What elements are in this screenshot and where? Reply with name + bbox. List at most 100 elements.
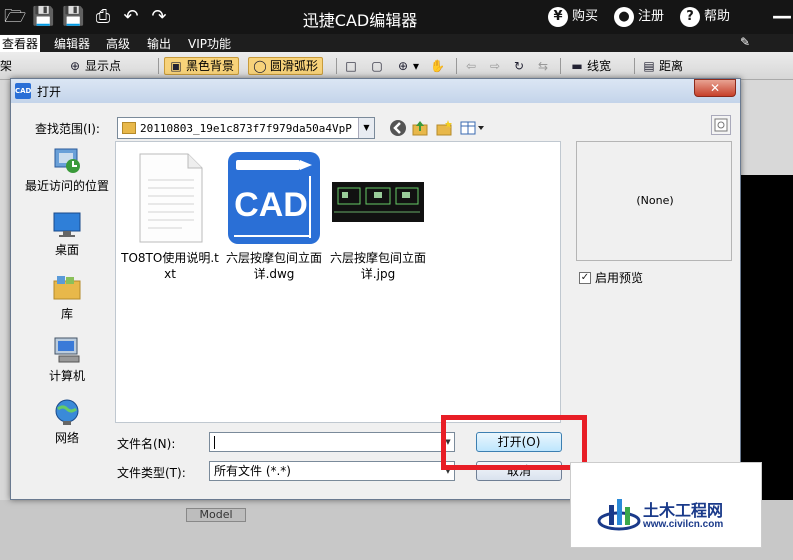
toolbar-separator	[560, 58, 561, 74]
libraries-icon	[51, 273, 83, 303]
file-item-txt[interactable]: TO8TO使用说明.txt	[120, 150, 220, 282]
folder-icon	[122, 122, 136, 134]
help-icon: ?	[680, 7, 700, 27]
line-width-label: 线宽	[587, 59, 612, 73]
open-file-dialog: CAD 打开 ✕ 查找范围(I): 20110803_19e1c873f7f97…	[10, 78, 741, 500]
place-label: 桌面	[54, 243, 79, 257]
filename-label: 文件名(N):	[117, 437, 176, 451]
watermark: 土木工程网 www.civilcn.com	[570, 462, 762, 548]
preview-pane-icon[interactable]	[711, 115, 731, 135]
yen-icon: ¥	[548, 7, 568, 27]
place-recent[interactable]: 最近访问的位置	[21, 145, 113, 194]
arc-icon: ◯	[253, 59, 267, 73]
dialog-title-bar[interactable]: CAD 打开 ✕	[11, 79, 740, 103]
file-name: TO8TO使用说明.txt	[121, 251, 219, 281]
look-in-label: 查找范围(I):	[35, 122, 100, 136]
mirror-icon[interactable]: ⇆	[536, 57, 553, 75]
crosshair-icon: ⊕	[69, 59, 81, 73]
close-button[interactable]: ✕	[694, 79, 736, 97]
preview-pane: (None)	[576, 141, 732, 261]
line-width-icon: ▬	[571, 59, 583, 73]
line-width-button[interactable]: ▬ 线宽	[570, 57, 611, 75]
place-libraries[interactable]: 库	[21, 273, 113, 322]
menu-output[interactable]: 输出	[147, 35, 171, 52]
menu-bar: 查看器 编辑器 高级 输出 VIP功能 ✎	[0, 34, 793, 52]
text-file-icon	[122, 150, 218, 246]
filetype-select[interactable]: 所有文件 (*.*) ▼	[209, 461, 455, 481]
cad-logo-text: CAD	[234, 186, 308, 224]
menu-editor[interactable]: 编辑器	[54, 35, 90, 52]
menu-vip[interactable]: VIP功能	[188, 35, 231, 52]
app-title-bar: 🗁 💾 💾 ⎙ ↶ ↷ 迅捷CAD编辑器 ¥ 购买 ● 注册 ? 帮助 —	[0, 0, 793, 34]
up-folder-icon[interactable]	[411, 119, 429, 137]
app-title: 迅捷CAD编辑器	[302, 11, 418, 30]
view-menu-icon[interactable]	[459, 119, 489, 137]
pen-icon[interactable]: ✎	[740, 35, 750, 49]
minimize-icon[interactable]: —	[772, 4, 792, 28]
drawing-canvas[interactable]	[740, 175, 793, 500]
places-bar: 最近访问的位置 桌面 库 计算机 网络	[21, 141, 113, 471]
zoom-extents-icon[interactable]: ▢	[370, 57, 387, 75]
buy-button[interactable]: ¥ 购买	[548, 6, 598, 28]
watermark-url: www.civilcn.com	[643, 519, 724, 530]
help-button[interactable]: ? 帮助	[680, 6, 730, 28]
register-button[interactable]: ● 注册	[614, 6, 664, 28]
menu-advanced[interactable]: 高级	[106, 35, 130, 52]
place-network[interactable]: 网络	[21, 397, 113, 446]
filetype-value: 所有文件 (*.*)	[214, 464, 291, 478]
black-bg-label: 黑色背景	[186, 59, 235, 73]
smooth-arc-label: 圆滑弧形	[270, 59, 319, 73]
register-label: 注册	[638, 9, 665, 24]
user-icon: ●	[614, 7, 634, 27]
place-label: 库	[60, 307, 73, 321]
place-label: 计算机	[48, 369, 85, 383]
enable-preview-label: 启用预览	[595, 271, 644, 285]
place-label: 最近访问的位置	[24, 179, 109, 193]
toolbar: 架 ⊕ 显示点 ▣ 黑色背景 ◯ 圆滑弧形 □ ▢ ⊕ ▾ ✋ ⇦ ⇨ ↻ ⇆ ▬…	[0, 52, 793, 80]
place-desktop[interactable]: 桌面	[21, 209, 113, 258]
file-list[interactable]: TO8TO使用说明.txt CAD 六层按摩包间立面详.dwg 六层按摩包间立面…	[115, 141, 561, 423]
pan-hand-icon[interactable]: ✋	[430, 57, 447, 75]
checkmark-icon[interactable]: ✓	[579, 271, 591, 284]
show-points-label: 显示点	[85, 59, 122, 73]
buy-label: 购买	[572, 9, 599, 24]
show-points-button[interactable]: ⊕ 显示点	[68, 57, 121, 75]
network-icon	[51, 397, 83, 427]
recent-places-icon	[51, 145, 83, 175]
zoom-window-icon[interactable]: □	[344, 57, 361, 75]
forward-arrow-icon[interactable]: ⇨	[488, 57, 505, 75]
toolbar-separator	[158, 58, 159, 74]
distance-button[interactable]: ▤ 距离	[642, 57, 683, 75]
place-computer[interactable]: 计算机	[21, 335, 113, 384]
highlight-box	[441, 415, 587, 470]
computer-icon	[51, 335, 83, 365]
black-background-button[interactable]: ▣ 黑色背景	[164, 57, 240, 75]
rotate-icon[interactable]: ↻	[512, 57, 529, 75]
app-right-panel	[740, 80, 793, 500]
cad-app-icon: CAD	[15, 83, 31, 99]
desktop-icon	[51, 209, 83, 239]
model-tab[interactable]: Model	[186, 508, 246, 522]
distance-label: 距离	[659, 59, 684, 73]
app-left-panel	[0, 80, 10, 500]
image-file-icon	[330, 150, 426, 246]
back-icon[interactable]	[389, 119, 407, 137]
smooth-arc-button[interactable]: ◯ 圆滑弧形	[248, 57, 324, 75]
back-arrow-icon[interactable]: ⇦	[464, 57, 481, 75]
new-folder-icon[interactable]	[435, 119, 453, 137]
chevron-down-icon[interactable]: ▼	[358, 118, 374, 138]
help-label: 帮助	[704, 9, 731, 24]
filename-input[interactable]: ▼	[209, 432, 455, 452]
enable-preview-checkbox[interactable]: ✓ 启用预览	[579, 269, 643, 286]
zoom-dropdown-icon[interactable]: ⊕ ▾	[396, 57, 419, 75]
toolbar-separator	[336, 58, 337, 74]
file-item-dwg[interactable]: CAD 六层按摩包间立面详.dwg	[224, 150, 324, 282]
file-name: 六层按摩包间立面详.dwg	[225, 251, 322, 281]
watermark-brand: 土木工程网	[643, 501, 724, 520]
toolbar-partial-label: 架	[0, 59, 13, 73]
filetype-label: 文件类型(T):	[117, 466, 186, 480]
file-item-jpg[interactable]: 六层按摩包间立面详.jpg	[328, 150, 428, 282]
menu-viewer[interactable]: 查看器	[0, 35, 41, 52]
text-cursor	[214, 436, 215, 449]
look-in-combobox[interactable]: 20110803_19e1c873f7f979da50a4VpPiNOS ▼	[117, 117, 375, 139]
